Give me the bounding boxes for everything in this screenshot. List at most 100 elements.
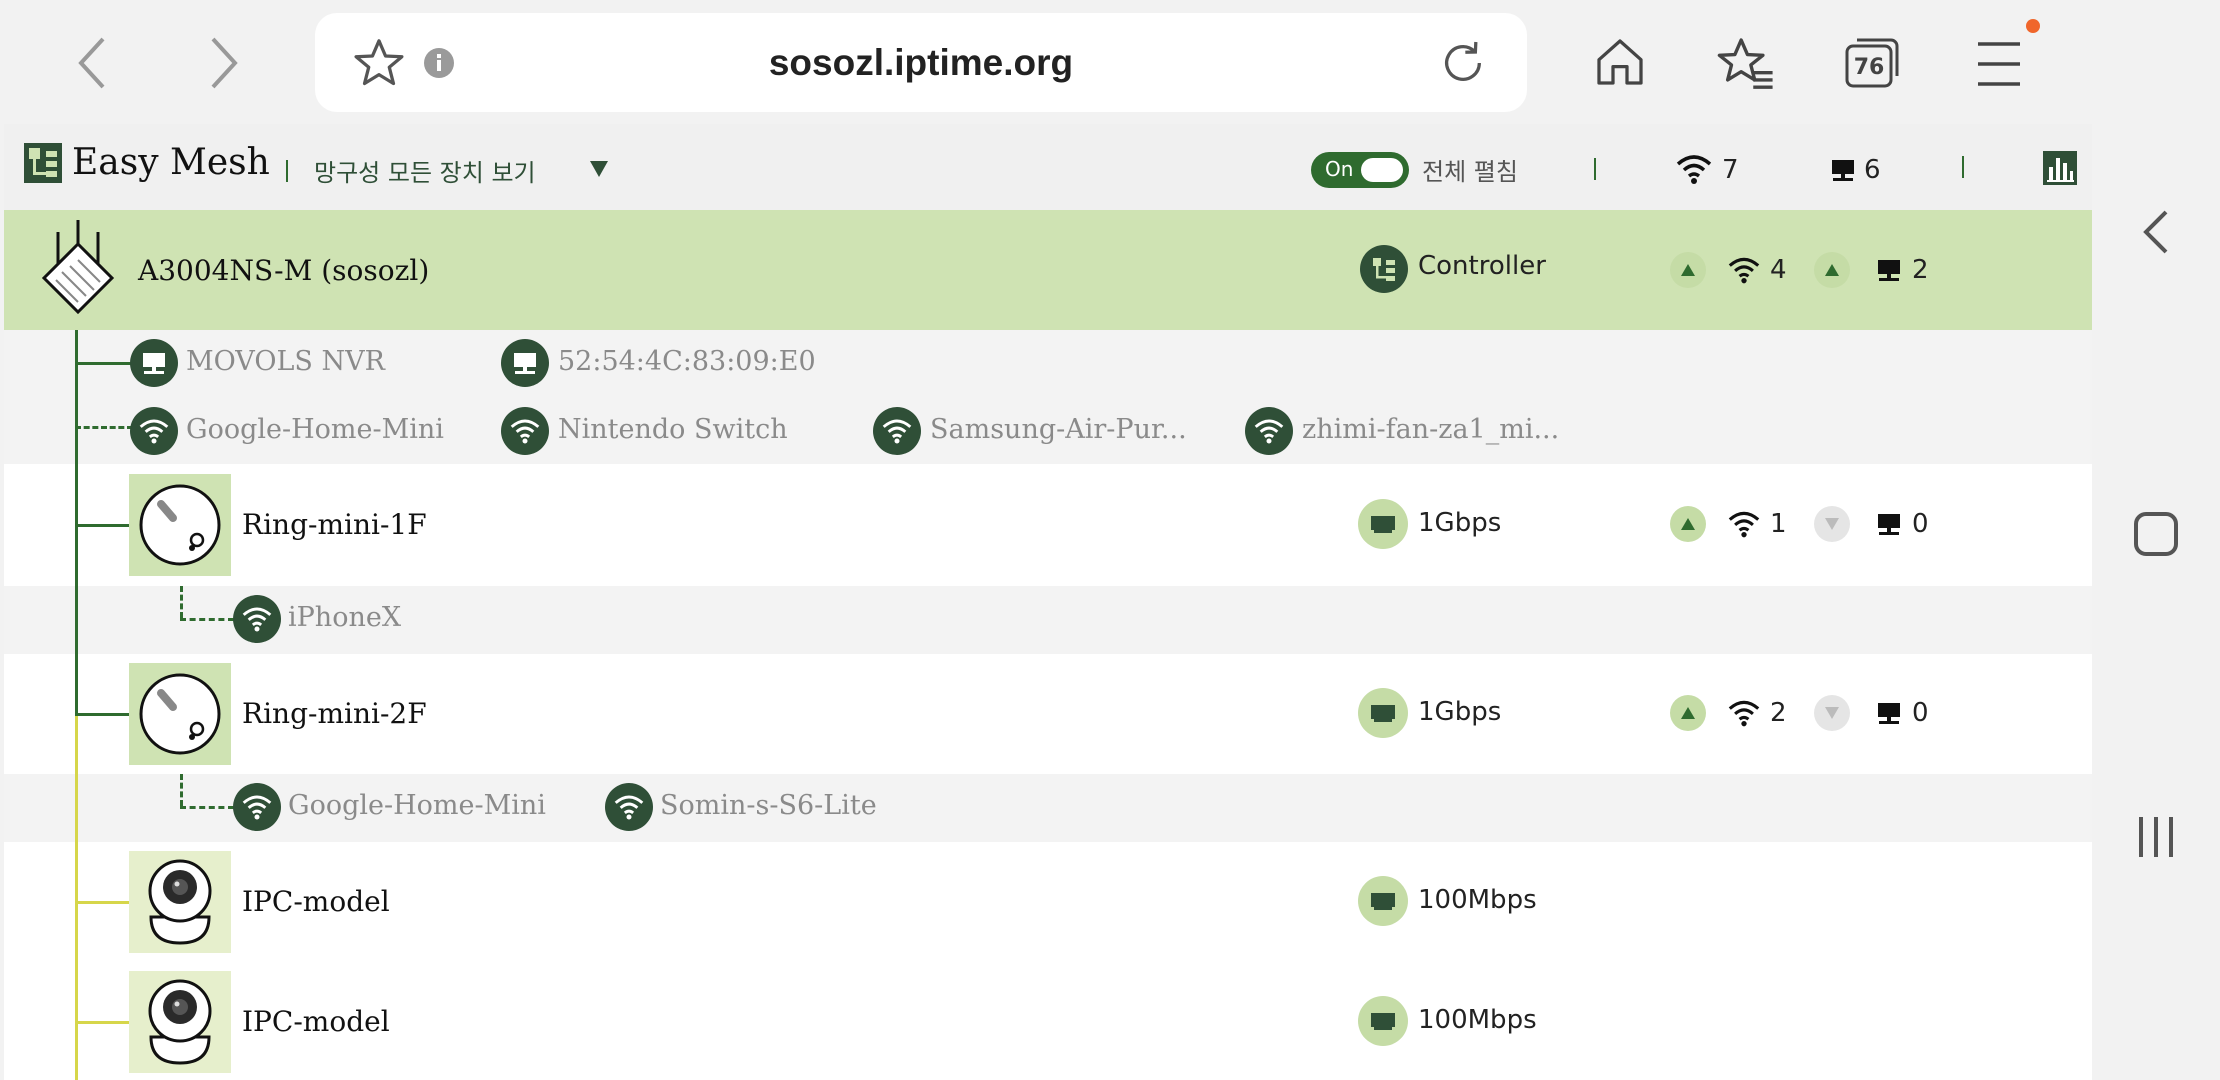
ip-camera-icon	[148, 979, 212, 1065]
wifi-client-name[interactable]: zhimi-fan-za1_mi...	[1302, 414, 1559, 445]
round-extender-icon	[139, 484, 221, 566]
link-speed: 1Gbps	[1418, 508, 1502, 538]
round-extender-icon	[139, 673, 221, 755]
node-wifi-count: 2	[1770, 698, 1787, 728]
ethernet-icon	[1371, 516, 1395, 533]
camera-thumbnail	[129, 851, 231, 953]
triangle-down-icon	[1825, 518, 1839, 530]
app-header: Easy Mesh 망구성 모든 장치 보기 On 전체 펼침 7 6	[4, 124, 2092, 210]
tree-branch	[75, 524, 133, 527]
chevron-left-icon	[78, 37, 105, 89]
reload-icon	[1445, 41, 1481, 81]
tree-branch-wifi	[180, 806, 234, 809]
expand-all-toggle[interactable]: On	[1311, 152, 1409, 188]
link-speed-icon	[1358, 499, 1408, 549]
wired-collapse-button[interactable]	[1814, 506, 1850, 542]
tabs-button[interactable]: 76	[1843, 34, 1903, 90]
wifi-icon	[1728, 699, 1760, 731]
wifi-client-name[interactable]: Somin-s-S6-Lite	[660, 790, 877, 821]
tree-branch-wifi	[180, 618, 234, 621]
toggle-label: On	[1325, 157, 1354, 181]
node-name[interactable]: IPC-model	[242, 885, 390, 918]
wifi-client-icon	[501, 407, 549, 455]
reload-button[interactable]	[1435, 35, 1491, 95]
app-title: Easy Mesh	[72, 142, 270, 183]
easy-mesh-logo-icon	[24, 143, 62, 187]
menu-button[interactable]	[1970, 19, 2040, 90]
ip-camera-icon	[148, 859, 212, 945]
node-wifi-count: 1	[1770, 509, 1787, 539]
tab-count: 76	[1853, 54, 1885, 80]
header-divider	[286, 160, 288, 182]
node-name[interactable]: Ring-mini-1F	[242, 508, 427, 541]
triangle-down-icon	[1825, 707, 1839, 719]
extender-thumbnail	[129, 474, 231, 576]
wired-expand-button[interactable]	[1814, 252, 1850, 288]
dropdown-arrow-icon[interactable]	[590, 161, 608, 181]
node-wired-count: 0	[1912, 698, 1929, 728]
wifi-client-icon	[130, 407, 178, 455]
wired-collapse-button[interactable]	[1814, 695, 1850, 731]
triangle-up-icon	[1681, 707, 1695, 719]
wifi-client-name[interactable]: Samsung-Air-Pur...	[930, 414, 1187, 445]
bookmarks-star-icon	[1717, 38, 1773, 89]
router-icon	[38, 220, 118, 320]
view-selector[interactable]: 망구성 모든 장치 보기	[314, 153, 536, 188]
statistics-button[interactable]	[2043, 151, 2077, 189]
node-wired-count: 0	[1912, 509, 1929, 539]
controller-wired-count: 2	[1912, 255, 1929, 285]
tree-branch-wifi	[75, 426, 133, 429]
wifi-expand-button[interactable]	[1670, 506, 1706, 542]
node-name[interactable]: Ring-mini-2F	[242, 697, 427, 730]
wifi-icon	[1676, 154, 1712, 188]
total-wired-count: 6	[1864, 155, 1881, 185]
tree-branch	[75, 362, 133, 365]
wifi-client-icon	[1245, 407, 1293, 455]
wifi-expand-button[interactable]	[1670, 252, 1706, 288]
wifi-expand-button[interactable]	[1670, 695, 1706, 731]
wired-client-name[interactable]: 52:54:4C:83:09:E0	[558, 346, 816, 377]
wifi-icon	[1728, 256, 1760, 288]
wifi-client-name[interactable]: Nintendo Switch	[558, 414, 788, 445]
controller-model: A3004NS-M	[138, 254, 313, 287]
wifi-client-icon	[605, 783, 653, 831]
wired-client-icon	[130, 339, 178, 387]
link-speed-icon	[1358, 688, 1408, 738]
wired-device-icon	[1830, 158, 1856, 186]
wifi-client-name[interactable]: Google-Home-Mini	[288, 790, 546, 821]
node-rows-lower	[4, 842, 2092, 1080]
recents-icon	[2139, 817, 2173, 857]
wired-device-icon	[1876, 701, 1902, 729]
controller-role-icon	[1360, 245, 1408, 293]
wifi-client-name[interactable]: iPhoneX	[288, 602, 401, 633]
header-divider	[1962, 156, 1964, 178]
wifi-client-icon	[873, 407, 921, 455]
back-button[interactable]	[58, 28, 128, 98]
url-text[interactable]: sosozl.iptime.org	[315, 13, 1527, 112]
controller-name[interactable]: A3004NS-M (sosozl)	[138, 254, 429, 287]
bookmarks-button[interactable]	[1717, 34, 1775, 96]
easy-mesh-app: Easy Mesh 망구성 모든 장치 보기 On 전체 펼침 7 6 A300…	[4, 124, 2092, 1080]
notification-dot	[2026, 19, 2040, 33]
tree-branch-wifi	[180, 774, 183, 806]
system-navigation-bar	[2093, 0, 2220, 1080]
extender-thumbnail	[129, 663, 231, 765]
wifi-client-name[interactable]: Google-Home-Mini	[186, 414, 444, 445]
forward-button[interactable]	[188, 28, 258, 98]
wired-device-icon	[1876, 258, 1902, 286]
link-speed: 1Gbps	[1418, 697, 1502, 727]
node-name[interactable]: IPC-model	[242, 1005, 390, 1038]
tree-branch	[75, 901, 133, 904]
home-button[interactable]	[1592, 34, 1648, 94]
system-home-button[interactable]	[2133, 511, 2179, 561]
wired-client-name[interactable]: MOVOLS NVR	[186, 346, 385, 377]
system-recents-button[interactable]	[2135, 813, 2177, 865]
home-icon	[1597, 39, 1643, 85]
wired-client-icon	[501, 339, 549, 387]
address-bar[interactable]: sosozl.iptime.org	[315, 13, 1527, 112]
link-speed: 100Mbps	[1418, 1005, 1537, 1035]
controller-hostname: (sosozl)	[321, 254, 430, 287]
hamburger-menu-icon	[1978, 42, 2020, 86]
camera-thumbnail	[129, 971, 231, 1073]
system-back-button[interactable]	[2138, 208, 2174, 260]
